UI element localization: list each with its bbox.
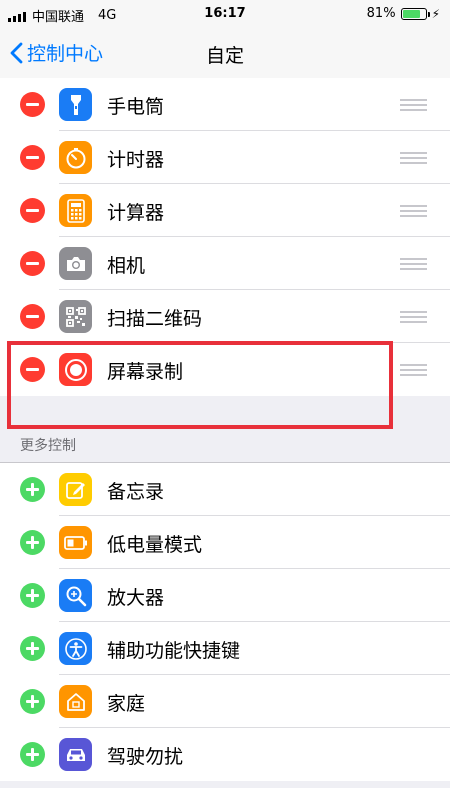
- low-power-icon: [59, 526, 92, 559]
- car-icon: [59, 738, 92, 771]
- battery-percent: 81%: [366, 6, 396, 21]
- control-label: 驾驶勿扰: [107, 746, 184, 768]
- home-icon: [59, 685, 92, 718]
- control-row-qr-scanner: 扫描二维码: [0, 290, 450, 343]
- page-title: 自定: [205, 45, 244, 67]
- control-row-do-not-disturb-driving: 驾驶勿扰: [0, 728, 450, 781]
- timer-icon: [59, 141, 92, 174]
- control-label: 放大器: [107, 587, 165, 609]
- control-row-home: 家庭: [0, 675, 450, 728]
- reorder-handle[interactable]: [400, 258, 427, 270]
- control-row-calculator: 计算器: [0, 184, 450, 237]
- control-row-flashlight: 手电筒: [0, 78, 450, 131]
- remove-button[interactable]: [20, 145, 45, 170]
- control-label: 计时器: [107, 149, 165, 171]
- control-label: 低电量模式: [107, 534, 203, 556]
- control-label: 备忘录: [107, 481, 165, 503]
- control-row-magnifier: 放大器: [0, 569, 450, 622]
- control-label: 屏幕录制: [107, 361, 184, 383]
- reorder-handle[interactable]: [400, 364, 427, 376]
- control-row-notes: 备忘录: [0, 463, 450, 516]
- accessibility-icon: [59, 632, 92, 665]
- control-label: 相机: [107, 255, 146, 277]
- control-row-screen-recording: 屏幕录制: [0, 343, 450, 396]
- add-button[interactable]: [20, 742, 45, 767]
- notes-icon: [59, 473, 92, 506]
- add-button[interactable]: [20, 689, 45, 714]
- reorder-handle[interactable]: [400, 311, 427, 323]
- remove-button[interactable]: [20, 92, 45, 117]
- remove-button[interactable]: [20, 357, 45, 382]
- charging-icon: ⚡: [431, 6, 440, 21]
- battery-icon: [400, 7, 430, 20]
- screen-record-icon: [59, 353, 92, 386]
- remove-button[interactable]: [20, 198, 45, 223]
- section-header-more-controls: 更多控制: [20, 438, 76, 454]
- status-bar: 中国联通 4G 16:17 81% ⚡: [0, 0, 450, 30]
- qr-code-icon: [59, 300, 92, 333]
- control-row-low-power: 低电量模式: [0, 516, 450, 569]
- included-controls-list: 手电筒 计时器 计算器 相机 扫描二维码 屏幕录制: [0, 78, 450, 396]
- control-label: 手电筒: [107, 96, 165, 118]
- camera-icon: [59, 247, 92, 280]
- reorder-handle[interactable]: [400, 99, 427, 111]
- add-button[interactable]: [20, 530, 45, 555]
- reorder-handle[interactable]: [400, 152, 427, 164]
- more-controls-list: 备忘录 低电量模式 放大器 辅助功能快捷键 家庭 驾驶勿扰: [0, 462, 450, 781]
- flashlight-icon: [59, 88, 92, 121]
- reorder-handle[interactable]: [400, 205, 427, 217]
- add-button[interactable]: [20, 636, 45, 661]
- remove-button[interactable]: [20, 251, 45, 276]
- control-label: 扫描二维码: [107, 308, 203, 330]
- control-row-timer: 计时器: [0, 131, 450, 184]
- control-label: 家庭: [107, 693, 146, 715]
- remove-button[interactable]: [20, 304, 45, 329]
- magnifier-icon: [59, 579, 92, 612]
- calculator-icon: [59, 194, 92, 227]
- control-label: 辅助功能快捷键: [107, 640, 241, 662]
- control-row-camera: 相机: [0, 237, 450, 290]
- add-button[interactable]: [20, 477, 45, 502]
- control-row-accessibility-shortcut: 辅助功能快捷键: [0, 622, 450, 675]
- add-button[interactable]: [20, 583, 45, 608]
- navigation-bar: 控制中心 自定: [0, 30, 450, 79]
- control-label: 计算器: [107, 202, 165, 224]
